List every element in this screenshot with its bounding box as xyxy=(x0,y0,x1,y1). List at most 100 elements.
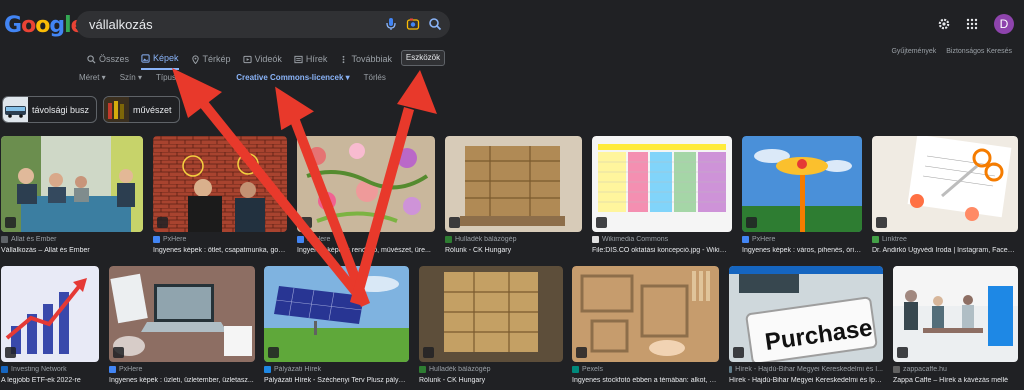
result-title[interactable]: Vállalkozás – Állat és Ember xyxy=(1,247,143,254)
bus-thumbnail xyxy=(3,97,28,122)
image-result[interactable]: Wikimedia Commons File:DIS.CO oktatási k… xyxy=(592,136,732,256)
result-source: zappacaffe.hu xyxy=(903,366,947,373)
more-icon xyxy=(343,55,345,63)
tab-all[interactable]: Összes xyxy=(87,52,129,66)
image-result[interactable]: Hulladék bálázógép Rólunk - CK Hungary xyxy=(445,136,582,256)
result-source: Hírek - Hajdú-Bihar Megyei Kereskedelmi … xyxy=(735,366,883,373)
safe-search-link[interactable]: Biztonságos Keresés xyxy=(946,48,1012,55)
result-source: Linktree xyxy=(882,236,907,243)
tab-maps[interactable]: Térkép xyxy=(191,52,231,66)
purchase-keyboard-image: Purchase xyxy=(729,266,883,362)
tab-label: Térkép xyxy=(202,54,231,64)
result-source: Hulladék bálázógép xyxy=(429,366,491,373)
image-result[interactable]: Állat és Ember Vállalkozás – Állat és Em… xyxy=(1,136,143,256)
image-result[interactable]: Pályázati Hírek Pályázati Hírek - Széche… xyxy=(264,266,409,390)
microphone-icon[interactable] xyxy=(384,17,398,31)
tab-label: Továbbiak xyxy=(351,54,392,64)
search-icon[interactable] xyxy=(428,17,442,31)
image-result[interactable]: PxHere Ingyenes képek : üzleti, üzletemb… xyxy=(109,266,255,390)
result-source: Pexels xyxy=(582,366,604,373)
result-source: Hulladék bálázógép xyxy=(455,236,517,243)
result-source: PxHere xyxy=(307,236,331,243)
result-source: Wikimedia Commons xyxy=(602,236,669,243)
result-title[interactable]: File:DIS.CO oktatási koncepció.jpg - Wik… xyxy=(592,247,732,254)
result-title[interactable]: Rólunk - CK Hungary xyxy=(445,247,582,254)
cardboard-bales-image xyxy=(445,136,582,232)
tab-more[interactable]: Továbbiak xyxy=(339,52,392,66)
image-result[interactable]: Hulladék bálázógép Rólunk - CK Hungary xyxy=(419,266,563,390)
search-icon xyxy=(87,54,96,64)
image-result[interactable]: Pexels Ingyenes stockfotó ebben a témába… xyxy=(572,266,719,390)
result-title[interactable]: Zappa Caffe – Hírek a kávézás mellé xyxy=(893,377,1018,384)
result-title[interactable]: Dr. Andirkó Ügyvédi Iroda | Instagram, F… xyxy=(872,247,1018,254)
apps-grid-icon[interactable] xyxy=(966,18,978,30)
result-title[interactable]: Ingyenes képek : üzleti, üzletember, üzl… xyxy=(109,377,255,384)
tab-label: Hírek xyxy=(305,54,328,64)
search-tabs: Összes Képek Térkép Videók Hírek További… xyxy=(87,52,392,70)
video-icon xyxy=(242,55,252,63)
cardboard-bales-image xyxy=(419,266,563,362)
flower-arranging-image xyxy=(297,136,435,232)
settings-gear-icon[interactable] xyxy=(938,18,950,30)
collections-link[interactable]: Gyűjtemények xyxy=(891,48,936,55)
image-result[interactable]: Investing Network A legjobb ETF-ek 2022-… xyxy=(1,266,99,390)
clear-filters-link[interactable]: Törlés xyxy=(364,73,386,82)
google-logo[interactable]: Google xyxy=(4,13,86,38)
tab-label: Összes xyxy=(99,54,130,64)
news-icon xyxy=(294,55,303,63)
image-result[interactable]: PxHere Ingyenes képek : város, pihenés, … xyxy=(742,136,862,256)
art-thumbnail xyxy=(104,97,130,122)
account-avatar[interactable]: D xyxy=(994,14,1014,34)
office-meeting-image xyxy=(893,266,1018,362)
result-title[interactable]: Ingyenes képek : ötlet, csapatmunka, gon… xyxy=(153,247,287,254)
search-box[interactable]: vállalkozás xyxy=(76,11,450,38)
camera-lens-icon[interactable] xyxy=(406,17,420,31)
red-arrow-head-icon xyxy=(275,86,314,131)
spreadsheet-image xyxy=(592,136,732,232)
result-source: Pályázati Hírek xyxy=(274,366,322,373)
result-title[interactable]: Ingyenes stockfotó ebben a témában: alko… xyxy=(572,377,719,384)
craft-workshop-image xyxy=(572,266,719,362)
image-result[interactable]: Purchase Hírek - Hajdú-Bihar Megyei Kere… xyxy=(729,266,883,390)
brick-wall-image xyxy=(153,136,287,232)
chip-label: távolsági busz xyxy=(32,104,90,115)
tab-news[interactable]: Hírek xyxy=(294,52,328,66)
result-title[interactable]: Pályázati Hírek - Széchenyi Terv Plusz p… xyxy=(264,377,409,384)
image-icon xyxy=(141,53,150,63)
type-filter[interactable]: Típus ▾ xyxy=(156,73,182,82)
result-title[interactable]: Rólunk - CK Hungary xyxy=(419,377,563,384)
image-result[interactable]: zappacaffe.hu Zappa Caffe – Hírek a kávé… xyxy=(893,266,1018,390)
related-chip-art[interactable]: művészet xyxy=(103,96,180,123)
tab-videos[interactable]: Videók xyxy=(242,52,282,66)
image-result[interactable]: Linktree Dr. Andirkó Ügyvédi Iroda | Ins… xyxy=(872,136,1018,256)
laptop-desk-image xyxy=(109,266,255,362)
license-filter[interactable]: Creative Commons-licencek ▾ xyxy=(236,73,349,82)
result-title[interactable]: Hírek - Hajdú-Bihar Megyei Kereskedelmi … xyxy=(729,377,883,384)
color-filter[interactable]: Szín ▾ xyxy=(120,73,142,82)
result-title[interactable]: Ingyenes képek : város, pihenés, óriá... xyxy=(742,247,862,254)
result-title[interactable]: A legjobb ETF-ek 2022-re xyxy=(1,377,99,384)
tab-images[interactable]: Képek xyxy=(141,52,179,70)
search-input[interactable]: vállalkozás xyxy=(89,17,153,32)
result-source: PxHere xyxy=(119,366,143,373)
chip-label: művészet xyxy=(133,104,172,115)
result-title[interactable]: Ingyenes képek : rendező, művészet, üre.… xyxy=(297,247,435,254)
tab-label: Képek xyxy=(153,53,179,63)
image-result[interactable]: PxHere Ingyenes képek : ötlet, csapatmun… xyxy=(153,136,287,256)
scissors-document-image xyxy=(872,136,1018,232)
result-source: PxHere xyxy=(163,236,187,243)
red-arrow-head-icon xyxy=(397,70,437,114)
image-result[interactable]: PxHere Ingyenes képek : rendező, művésze… xyxy=(297,136,435,256)
related-chip-bus[interactable]: távolsági busz xyxy=(2,96,98,123)
filter-bar: Méret ▾ Szín ▾ Típus ▾ Creative Commons-… xyxy=(79,73,386,82)
result-source: PxHere xyxy=(752,236,776,243)
tools-button[interactable]: Eszközök xyxy=(401,50,445,66)
result-source: Állat és Ember xyxy=(11,236,57,243)
map-pin-icon xyxy=(191,54,199,64)
meeting-image xyxy=(1,136,143,232)
fairground-ride-image xyxy=(742,136,862,232)
result-source: Investing Network xyxy=(11,366,67,373)
size-filter[interactable]: Méret ▾ xyxy=(79,73,106,82)
tab-label: Videók xyxy=(254,54,282,64)
solar-panels-image xyxy=(264,266,409,362)
